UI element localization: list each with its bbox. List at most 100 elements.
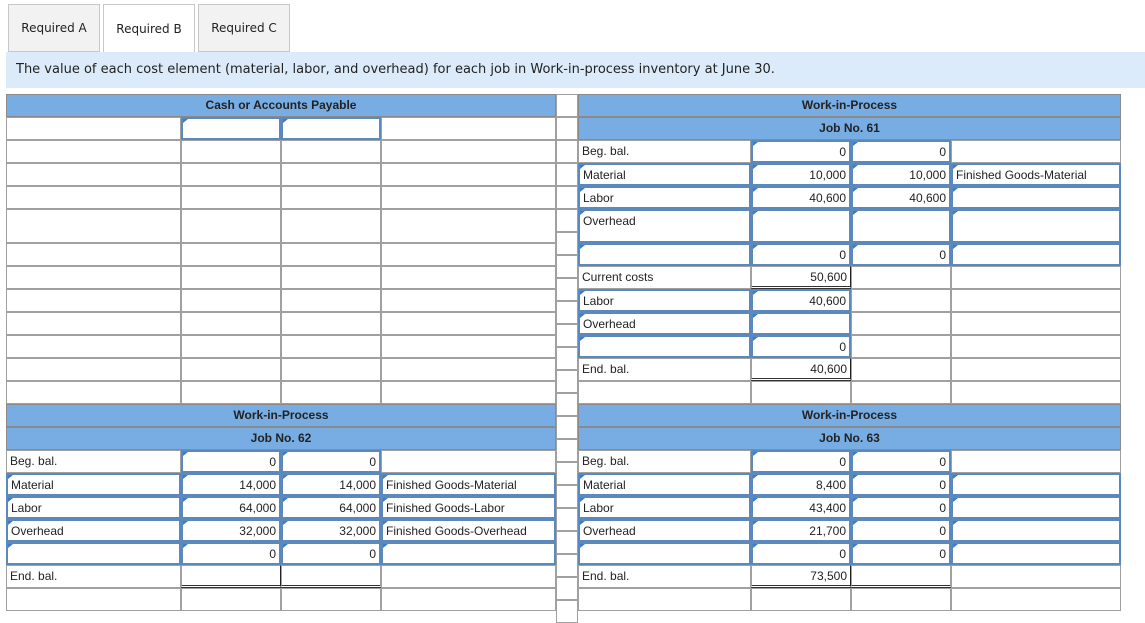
cash-debit-input[interactable] — [181, 117, 281, 140]
job61-row-label[interactable] — [578, 243, 751, 266]
empty-cell — [281, 312, 381, 335]
job63-row-label[interactable] — [578, 542, 751, 565]
empty-cell — [281, 381, 381, 404]
job61-row2-debit[interactable]: 0 — [751, 335, 851, 358]
empty-cell — [181, 163, 281, 186]
tab-required-b[interactable]: Required B — [103, 4, 195, 53]
job61-row2-label[interactable]: Overhead — [578, 312, 751, 335]
job63-debit-input[interactable]: 21,700 — [751, 519, 851, 542]
job63-credit-input[interactable]: 0 — [851, 542, 951, 565]
job63-row-label[interactable]: Labor — [578, 496, 751, 519]
tab-required-a[interactable]: Required A — [8, 4, 100, 52]
job63-debit-input[interactable]: 8,400 — [751, 473, 851, 496]
spacer-cell — [556, 462, 578, 485]
job62-job-number: Job No. 62 — [6, 427, 556, 450]
job62-debit-input[interactable]: 14,000 — [181, 473, 281, 496]
job61-row2-debit[interactable] — [751, 312, 851, 335]
current-costs-label: Current costs — [578, 266, 751, 289]
job63-account-input[interactable] — [951, 519, 1121, 542]
job62-row-label[interactable] — [6, 542, 181, 565]
cash-credit-input[interactable] — [281, 117, 381, 140]
job61-row-label[interactable]: Labor — [578, 186, 751, 209]
empty-cell — [281, 266, 381, 289]
instruction-banner: The value of each cost element (material… — [6, 52, 1145, 88]
empty-cell — [6, 358, 181, 381]
job61-debit-input[interactable]: 10,000 — [751, 163, 851, 186]
job62-debit-input[interactable]: 0 — [181, 450, 281, 473]
spacer-cell — [556, 301, 578, 324]
spacer-cell — [556, 485, 578, 508]
job61-account-input[interactable] — [951, 209, 1121, 243]
empty-cell — [6, 312, 181, 335]
job61-debit-input[interactable]: 0 — [751, 243, 851, 266]
empty-cell — [381, 312, 556, 335]
job61-credit-input[interactable]: 10,000 — [851, 163, 951, 186]
spacer-cell — [556, 531, 578, 554]
job62-row-label[interactable]: Overhead — [6, 519, 181, 542]
job61-credit-input[interactable]: 0 — [851, 140, 951, 163]
job63-row-label: Beg. bal. — [578, 450, 751, 473]
job61-account-input[interactable] — [951, 186, 1121, 209]
job62-credit-input[interactable]: 32,000 — [281, 519, 381, 542]
job62-row-label: Beg. bal. — [6, 450, 181, 473]
job61-account-input[interactable]: Finished Goods-Material — [951, 163, 1121, 186]
empty-cell — [181, 243, 281, 266]
job61-row2-label[interactable] — [578, 335, 751, 358]
empty-cell — [381, 266, 556, 289]
empty-cell — [281, 289, 381, 312]
empty-cell — [381, 209, 556, 243]
job63-row-label[interactable]: Material — [578, 473, 751, 496]
job62-account-input[interactable]: Finished Goods-Material — [381, 473, 556, 496]
job62-credit-input[interactable]: 0 — [281, 450, 381, 473]
job63-debit-input[interactable]: 0 — [751, 542, 851, 565]
job62-account-input[interactable] — [381, 542, 556, 565]
empty-cell — [381, 243, 556, 266]
job63-account-input[interactable] — [951, 496, 1121, 519]
job61-credit-input[interactable]: 40,600 — [851, 186, 951, 209]
empty-cell — [851, 565, 951, 588]
empty-cell — [6, 163, 181, 186]
empty-cell — [6, 335, 181, 358]
job61-account-input[interactable] — [951, 243, 1121, 266]
spacer-cell — [556, 508, 578, 531]
job62-credit-input[interactable]: 64,000 — [281, 496, 381, 519]
empty-cell — [281, 335, 381, 358]
job63-row-label[interactable]: Overhead — [578, 519, 751, 542]
spacer-cell — [556, 416, 578, 439]
job62-debit-input[interactable]: 64,000 — [181, 496, 281, 519]
job61-credit-input[interactable] — [851, 209, 951, 243]
empty-cell — [381, 381, 556, 404]
job63-debit-input[interactable]: 43,400 — [751, 496, 851, 519]
job63-credit-input[interactable]: 0 — [851, 473, 951, 496]
empty-cell — [951, 565, 1121, 588]
tab-required-c[interactable]: Required C — [198, 4, 290, 52]
job62-account-input[interactable]: Finished Goods-Overhead — [381, 519, 556, 542]
job63-account-input[interactable] — [951, 473, 1121, 496]
job61-title: Work-in-Process — [578, 94, 1121, 117]
job62-debit-input[interactable]: 0 — [181, 542, 281, 565]
job62-credit-input[interactable]: 0 — [281, 542, 381, 565]
job63-end-balance: 73,500 — [751, 565, 851, 588]
job61-debit-input[interactable] — [751, 209, 851, 243]
job63-debit-input[interactable]: 0 — [751, 450, 851, 473]
job62-account-input[interactable]: Finished Goods-Labor — [381, 496, 556, 519]
job61-row2-debit[interactable]: 40,600 — [751, 289, 851, 312]
job61-debit-input[interactable]: 0 — [751, 140, 851, 163]
empty-cell — [381, 186, 556, 209]
job63-credit-input[interactable]: 0 — [851, 519, 951, 542]
job63-credit-input[interactable]: 0 — [851, 496, 951, 519]
job62-row-label[interactable]: Material — [6, 473, 181, 496]
job62-credit-input[interactable]: 14,000 — [281, 473, 381, 496]
empty-cell — [281, 140, 381, 163]
spacer-cell — [556, 439, 578, 462]
job63-account-input[interactable] — [951, 542, 1121, 565]
job61-row-label[interactable]: Material — [578, 163, 751, 186]
job62-row-label[interactable]: Labor — [6, 496, 181, 519]
job61-debit-input[interactable]: 40,600 — [751, 186, 851, 209]
empty-cell — [281, 588, 381, 611]
job61-credit-input[interactable]: 0 — [851, 243, 951, 266]
job62-debit-input[interactable]: 32,000 — [181, 519, 281, 542]
job61-row2-label[interactable]: Labor — [578, 289, 751, 312]
job63-credit-input[interactable]: 0 — [851, 450, 951, 473]
job61-row-label[interactable]: Overhead — [578, 209, 751, 243]
